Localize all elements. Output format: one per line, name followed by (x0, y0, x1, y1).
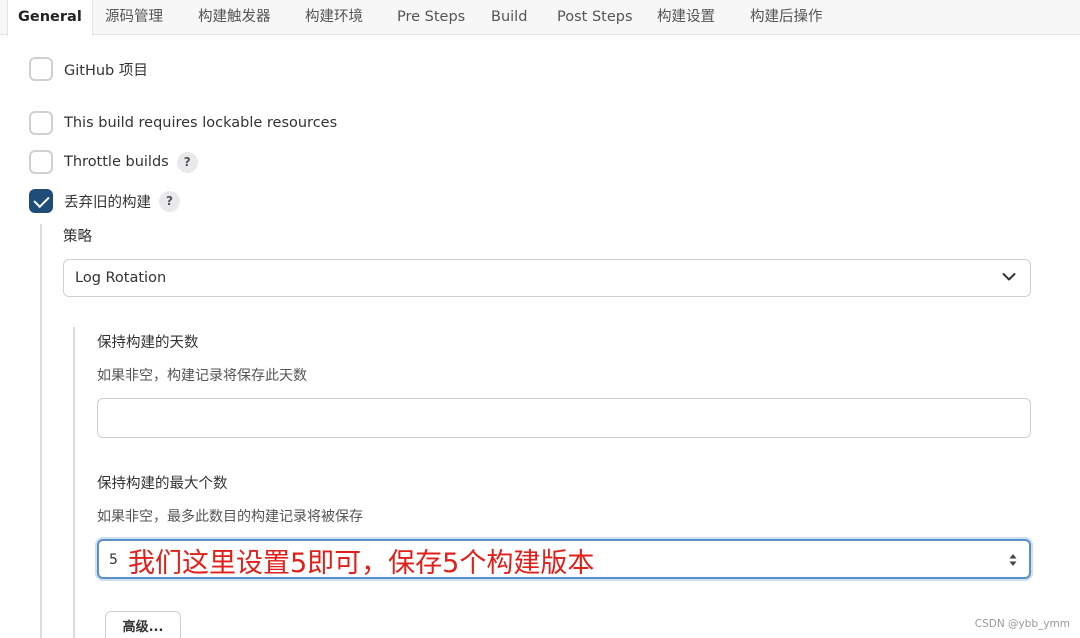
lockable-resources-checkbox[interactable] (29, 111, 53, 135)
option-github-project[interactable]: GitHub 项目 (29, 57, 148, 81)
tab-pre-steps[interactable]: Pre Steps (397, 0, 465, 35)
tab-build-triggers[interactable]: 构建触发器 (198, 0, 271, 35)
throttle-builds-checkbox[interactable] (29, 150, 53, 174)
tab-build[interactable]: Build (491, 0, 527, 35)
strategy-guide-line (73, 327, 75, 638)
tab-build-settings[interactable]: 构建设置 (657, 0, 715, 35)
option-lockable-resources[interactable]: This build requires lockable resources (29, 111, 337, 135)
days-to-keep-label: 保持构建的天数 (97, 335, 199, 351)
help-icon[interactable]: ? (159, 190, 180, 212)
discard-old-builds-checkbox[interactable] (29, 189, 53, 213)
strategy-label: 策略 (63, 229, 92, 245)
section-guide-line (40, 224, 42, 638)
tab-general[interactable]: General (7, 0, 93, 36)
config-tab-bar: General 源码管理 构建触发器 构建环境 Pre Steps Build … (0, 0, 1080, 36)
option-discard-old-builds[interactable]: 丢弃旧的构建 ? (29, 189, 180, 213)
lockable-resources-label: This build requires lockable resources (64, 115, 338, 131)
tab-build-environment[interactable]: 构建环境 (305, 0, 363, 35)
option-throttle-builds[interactable]: Throttle builds ? (29, 150, 198, 174)
tab-post-steps[interactable]: Post Steps (557, 0, 633, 35)
max-builds-description: 如果非空，最多此数目的构建记录将被保存 (97, 509, 363, 525)
tab-post-build-actions[interactable]: 构建后操作 (750, 0, 823, 35)
advanced-button[interactable]: 高级... (105, 611, 181, 638)
help-icon[interactable]: ? (176, 151, 198, 173)
annotation-text: 我们这里设置5即可，保存5个构建版本 (128, 548, 595, 579)
github-project-checkbox[interactable] (29, 57, 53, 81)
max-builds-value: 5 (109, 552, 118, 568)
discard-old-builds-label: 丢弃旧的构建 (64, 194, 151, 211)
strategy-selected-value: Log Rotation (75, 270, 167, 286)
chevron-down-icon (1002, 273, 1016, 281)
throttle-builds-label: Throttle builds (64, 154, 169, 170)
strategy-select[interactable]: Log Rotation (63, 259, 1031, 297)
days-to-keep-input[interactable] (97, 398, 1031, 438)
github-project-label: GitHub 项目 (64, 62, 148, 79)
tab-source-code-management[interactable]: 源码管理 (105, 0, 163, 35)
max-builds-label: 保持构建的最大个数 (97, 476, 228, 492)
watermark: CSDN @ybb_ymm (974, 618, 1070, 630)
days-to-keep-description: 如果非空，构建记录将保存此天数 (97, 368, 307, 384)
number-stepper-icon[interactable] (1007, 550, 1019, 570)
